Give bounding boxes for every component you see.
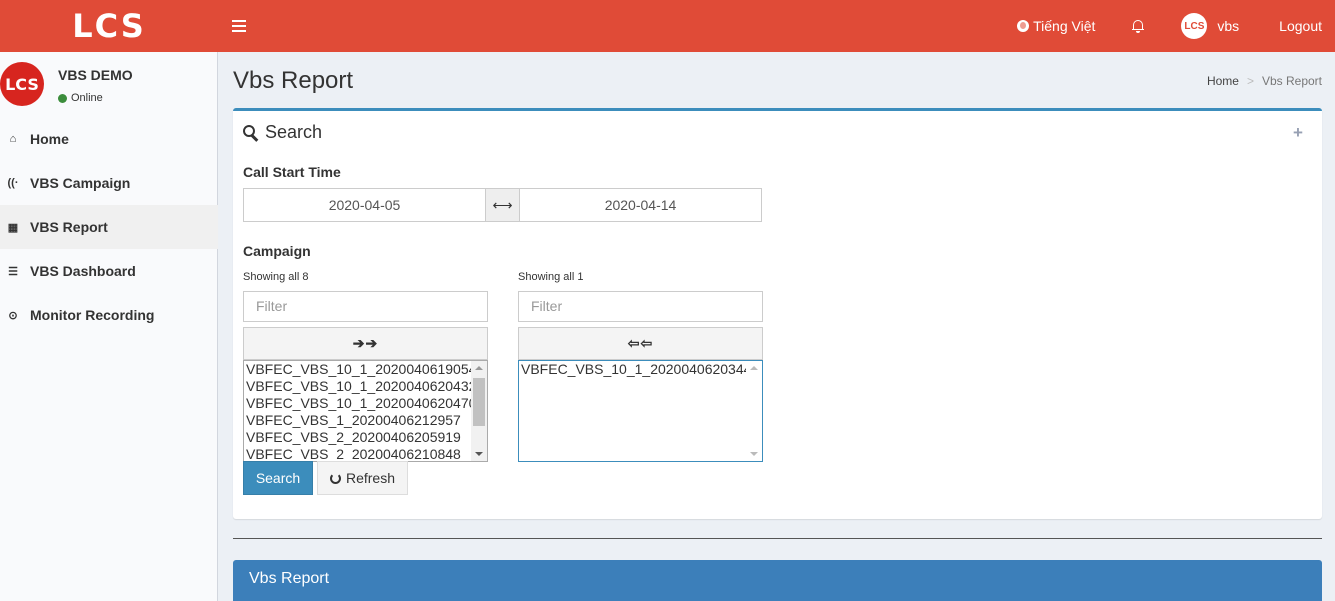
search-box-title: Search [243,122,322,143]
globe-icon [1017,20,1030,32]
double-arrow-left-icon: ⇦⇦ [627,335,654,351]
list-item[interactable]: VBFEC_VBS_2_20200406210848 [244,446,472,461]
search-box: Search + Call Start Time 2020-04-05 ⟷ 20… [233,108,1322,519]
sidebar: LCS VBS DEMO Online ⌂ Home ((· VBS Campa… [0,52,218,601]
status-label: Online [71,92,103,104]
move-all-left-button[interactable]: ⇦⇦ [518,327,763,360]
sidebar-item-label: Monitor Recording [30,307,155,323]
search-box-title-label: Search [265,122,323,142]
logo-text: LCS [72,7,146,45]
date-from-input[interactable]: 2020-04-05 [243,188,486,222]
list-scrollbar[interactable] [471,361,487,461]
sidebar-item-label: Home [30,131,69,147]
user-avatar: LCS [0,62,44,106]
top-navbar: LCS Tiếng Việt LCS vbs Logout [0,0,1335,52]
sidebar-item-label: VBS Dashboard [30,263,136,279]
sidebar-item-home[interactable]: ⌂ Home [0,117,218,161]
report-panel-header: Vbs Report [233,560,1322,601]
home-icon: ⌂ [9,133,17,145]
sidebar-item-monitor-recording[interactable]: ⊙ Monitor Recording [0,293,218,337]
sidebar-toggle-button[interactable] [232,17,246,35]
arrows-horizontal-icon: ⟷ [486,188,519,222]
notifications-button[interactable] [1110,0,1166,52]
right-showing-count: Showing all 1 [518,271,584,283]
selected-campaigns-list[interactable]: VBFEC_VBS_10_1_20200406203444 [518,360,763,462]
logout-button[interactable]: Logout [1254,0,1335,52]
list-item[interactable]: VBFEC_VBS_10_1_20200406204700 [244,395,472,412]
list-item[interactable]: VBFEC_VBS_1_20200406212957 [244,412,472,429]
logo[interactable]: LCS [0,0,218,52]
move-all-right-button[interactable]: ➔➔ [243,327,488,360]
navbar-right: Tiếng Việt LCS vbs Logout [1002,0,1335,52]
refresh-icon [329,472,341,484]
left-filter-input[interactable]: Filter [243,291,488,322]
sidebar-item-vbs-report[interactable]: ▦ VBS Report [0,205,218,249]
refresh-button[interactable]: Refresh [317,461,408,495]
double-arrow-right-icon: ➔➔ [352,335,379,351]
search-button[interactable]: Search [243,461,313,495]
table-icon: ▦ [7,221,19,234]
sidebar-item-label: VBS Report [30,219,108,235]
breadcrumb-current: Vbs Report [1261,74,1322,88]
user-panel: LCS VBS DEMO Online [0,52,218,114]
breadcrumb-separator: > [1246,74,1254,88]
campaign-label: Campaign [243,243,311,259]
list-item[interactable]: VBFEC_VBS_2_20200406205919 [244,429,472,446]
user-name: VBS DEMO [58,67,133,83]
bell-icon [1132,19,1145,33]
user-status: Online [58,92,103,104]
refresh-label: Refresh [345,470,396,486]
database-icon: ☰ [8,265,18,278]
language-label: Tiếng Việt [1033,18,1096,34]
sidebar-item-label: VBS Campaign [30,175,131,191]
list-item[interactable]: VBFEC_VBS_10_1_20200406190545 [244,361,472,378]
left-showing-count: Showing all 8 [243,271,309,283]
right-filter-input[interactable]: Filter [518,291,763,322]
list-item[interactable]: VBFEC_VBS_10_1_20200406203444 [519,361,747,378]
language-switch[interactable]: Tiếng Việt [1002,0,1110,52]
call-start-time-label: Call Start Time [243,164,341,180]
broadcast-icon: ((· [7,177,19,189]
search-icon [243,124,259,142]
date-range-picker: 2020-04-05 ⟷ 2020-04-14 [243,188,762,222]
expand-plus-icon[interactable]: + [1293,123,1303,143]
available-campaigns-list[interactable]: VBFEC_VBS_10_1_20200406190545 VBFEC_VBS_… [243,360,488,462]
breadcrumb-home[interactable]: Home [1207,74,1239,88]
sidebar-item-vbs-dashboard[interactable]: ☰ VBS Dashboard [0,249,218,293]
logout-label: Logout [1279,18,1322,34]
sidebar-menu: ⌂ Home ((· VBS Campaign ▦ VBS Report ☰ V… [0,117,218,337]
report-panel-title: Vbs Report [249,570,330,587]
play-circle-icon: ⊙ [8,309,18,322]
avatar: LCS [1181,13,1208,39]
list-item[interactable]: VBFEC_VBS_10_1_20200406204321 [244,378,472,395]
user-menu[interactable]: LCS vbs [1166,0,1254,52]
sidebar-item-vbs-campaign[interactable]: ((· VBS Campaign [0,161,218,205]
breadcrumb: Home > Vbs Report [1207,74,1322,88]
date-to-input[interactable]: 2020-04-14 [519,188,762,222]
divider [233,538,1322,539]
username-label: vbs [1217,18,1240,34]
list-scrollbar[interactable] [746,361,762,461]
page-title: Vbs Report [233,67,354,94]
online-dot-icon [58,93,67,103]
